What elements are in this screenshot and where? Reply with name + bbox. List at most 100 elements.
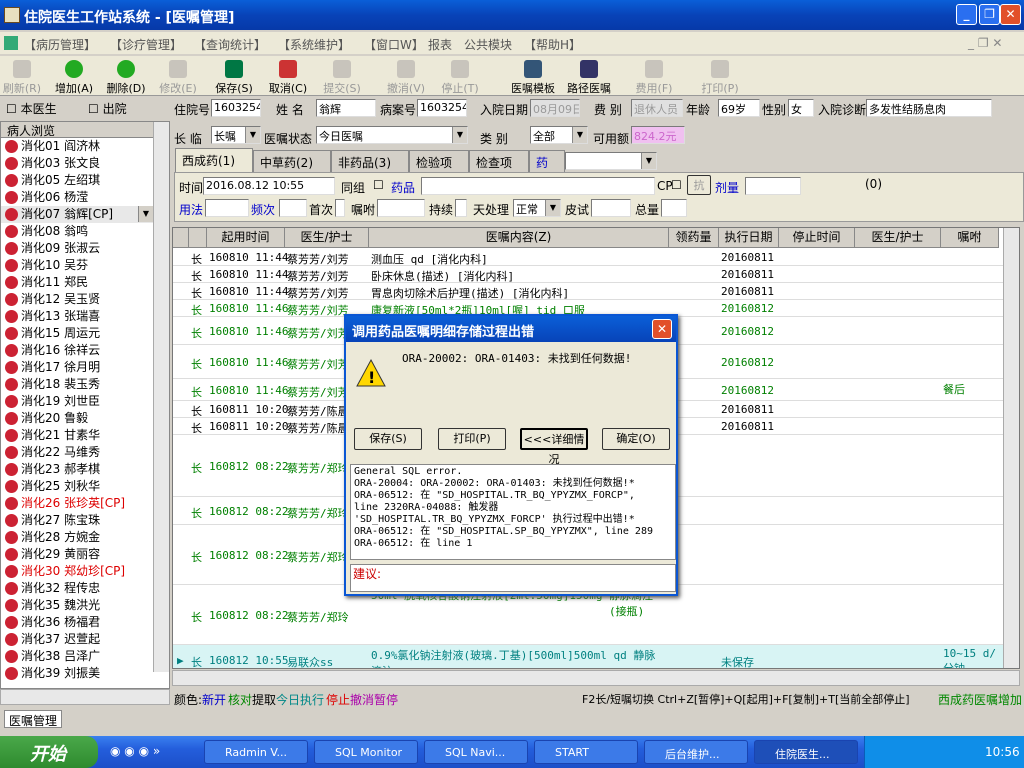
task-sql-monitor[interactable]: SQL Monitor: [314, 740, 418, 764]
menu-record[interactable]: 【病历管理】: [24, 36, 96, 53]
name-field[interactable]: 翁辉: [316, 99, 376, 117]
start-button[interactable]: 开始: [0, 736, 98, 768]
patient-list-item[interactable]: 消化23 郝孝棋: [1, 461, 153, 478]
age-field[interactable]: 69岁: [718, 99, 760, 117]
process-select[interactable]: 正常: [513, 199, 561, 217]
patient-list-item[interactable]: 消化30 郑幼珍[CP]: [1, 563, 153, 580]
tab-pharmacy[interactable]: 药房: [529, 150, 565, 187]
term-select[interactable]: 长嘱: [211, 126, 261, 144]
patient-list-item[interactable]: 消化15 周运元: [1, 325, 153, 342]
first-times-field[interactable]: [335, 199, 345, 217]
col-doctor[interactable]: 医生/护士: [285, 228, 369, 248]
patient-list-item[interactable]: 消化01 阎济林: [1, 138, 153, 155]
menu-help[interactable]: 【帮助H】: [524, 36, 581, 53]
patient-list-item[interactable]: 消化25 刘秋华: [1, 478, 153, 495]
patient-list-item[interactable]: 消化36 杨福君: [1, 614, 153, 631]
stop-button[interactable]: 停止(T): [438, 58, 482, 96]
suggestion-box[interactable]: 建议:: [350, 564, 676, 592]
task-sql-navigator[interactable]: SQL Navi...: [424, 740, 528, 764]
patient-list-item[interactable]: 消化22 马维秀: [1, 444, 153, 461]
status-select[interactable]: 今日医嘱: [316, 126, 468, 144]
patient-list-item[interactable]: 消化07 翁辉[CP]: [1, 206, 153, 223]
diagnosis-field[interactable]: 多发性结肠息肉: [866, 99, 992, 117]
patient-list-item[interactable]: 消化18 裴玉秀: [1, 376, 153, 393]
patient-list-item[interactable]: 消化20 鲁毅: [1, 410, 153, 427]
minimize-button[interactable]: _: [956, 4, 977, 25]
own-doctor-checkbox[interactable]: ☐ 本医生: [6, 100, 57, 117]
usage-field[interactable]: [205, 199, 249, 217]
record-no-field[interactable]: 1603254: [417, 99, 467, 117]
pharmacy-select[interactable]: [565, 152, 657, 170]
patient-list-item[interactable]: 消化03 张文良: [1, 155, 153, 172]
menu-report[interactable]: 报表: [428, 36, 452, 53]
order-note-field[interactable]: [377, 199, 425, 217]
grid-hscrollbar[interactable]: [172, 670, 1020, 686]
close-button[interactable]: ✕: [1000, 4, 1021, 25]
quicklaunch-icons[interactable]: ◉ ◉ ◉ »: [110, 744, 160, 758]
clock[interactable]: 10:56: [985, 745, 1020, 759]
delete-button[interactable]: 删除(D): [104, 58, 148, 96]
col-quantity[interactable]: 领药量: [669, 228, 719, 248]
type-select[interactable]: 全部: [530, 126, 588, 144]
same-group-checkbox[interactable]: ☐: [373, 178, 384, 192]
fee-type-field[interactable]: 退休人员: [631, 99, 683, 117]
add-button[interactable]: 增加(A): [52, 58, 96, 96]
mdi-tab-order[interactable]: 医嘱管理: [4, 710, 62, 728]
dialog-details-button[interactable]: <<<详细情况: [520, 428, 588, 466]
submit-button[interactable]: 提交(S): [320, 58, 364, 96]
patient-list-item[interactable]: 消化13 张瑞喜: [1, 308, 153, 325]
inpatient-no-field[interactable]: 1603254: [211, 99, 261, 117]
skin-test-field[interactable]: [591, 199, 631, 217]
total-field[interactable]: [661, 199, 687, 217]
table-row[interactable]: 长 160812 10:55 易联众ss 0.9%氯化钠注射液(玻璃.丁基)[500m…: [173, 645, 1003, 668]
patient-list-item[interactable]: 消化16 徐祥云: [1, 342, 153, 359]
anti-button[interactable]: 抗: [687, 175, 711, 195]
menu-window[interactable]: 【窗口W】: [364, 36, 424, 53]
tab-exam[interactable]: 检查项目: [469, 150, 529, 187]
patient-hscrollbar[interactable]: [0, 689, 170, 705]
dialog-ok-button[interactable]: 确定(O): [602, 428, 670, 450]
dialog-save-button[interactable]: 保存(S): [354, 428, 422, 450]
menu-public[interactable]: 公共模块: [464, 36, 512, 53]
patient-list-item[interactable]: 消化28 方婉金: [1, 529, 153, 546]
col-instruction[interactable]: 嘱咐: [941, 228, 999, 248]
table-row[interactable]: 长 160810 11:44 蔡芳芳/刘芳 测血压 qd [消化内科] 20160811: [173, 249, 1003, 266]
col-content[interactable]: 医嘱内容(Z): [369, 228, 669, 248]
dialog-print-button[interactable]: 打印(P): [438, 428, 506, 450]
col-start-time[interactable]: 起用时间: [207, 228, 285, 248]
cp-checkbox[interactable]: ☐: [671, 178, 682, 192]
patient-list-item[interactable]: 消化05 左绍琪: [1, 172, 153, 189]
col-stop-time[interactable]: 停止时间: [779, 228, 855, 248]
patient-list-scrollbar[interactable]: [153, 122, 169, 672]
save-button[interactable]: 保存(S): [212, 58, 256, 96]
patient-list-item[interactable]: 消化38 吕泽广: [1, 648, 153, 665]
grid-scrollbar[interactable]: [1003, 228, 1019, 668]
task-radmin[interactable]: Radmin V...: [204, 740, 308, 764]
tab-western-medicine[interactable]: 西成药(1): [175, 148, 253, 172]
patient-list-item[interactable]: 消化35 魏洪光: [1, 597, 153, 614]
patient-list-item[interactable]: 消化19 刘世臣: [1, 393, 153, 410]
patient-list-item[interactable]: 消化11 郑民: [1, 274, 153, 291]
mdi-controls[interactable]: _ ❐ ✕: [968, 36, 1002, 50]
col-doctor-nurse[interactable]: 医生/护士: [855, 228, 941, 248]
col-exec-date[interactable]: 执行日期: [719, 228, 779, 248]
revoke-button[interactable]: 撤消(V): [384, 58, 428, 96]
menu-diagnosis[interactable]: 【诊疗管理】: [110, 36, 182, 53]
tab-non-drug[interactable]: 非药品(3): [331, 150, 409, 172]
patient-list-item[interactable]: 消化37 迟萱起: [1, 631, 153, 648]
frequency-field[interactable]: [279, 199, 307, 217]
patient-list-item[interactable]: 消化21 甘素华: [1, 427, 153, 444]
patient-list-item[interactable]: 消化09 张淑云: [1, 240, 153, 257]
patient-list-item[interactable]: 消化12 吴玉贤: [1, 291, 153, 308]
cancel-button[interactable]: 取消(C): [266, 58, 310, 96]
drug-field[interactable]: [421, 177, 655, 195]
fee-button[interactable]: 费用(F): [632, 58, 676, 96]
menu-query[interactable]: 【查询统计】: [194, 36, 266, 53]
table-row[interactable]: 长 160810 11:44 蔡芳芳/刘芳 卧床休息(描述) [消化内科] 201608…: [173, 266, 1003, 283]
task-start-folder[interactable]: START: [534, 740, 638, 764]
task-backend[interactable]: 后台维护...: [644, 740, 748, 764]
patient-list-item[interactable]: 消化10 吴芬: [1, 257, 153, 274]
path-order-button[interactable]: 路径医嘱: [564, 58, 614, 96]
duration-field[interactable]: [455, 199, 467, 217]
dialog-close-button[interactable]: ✕: [652, 319, 672, 339]
